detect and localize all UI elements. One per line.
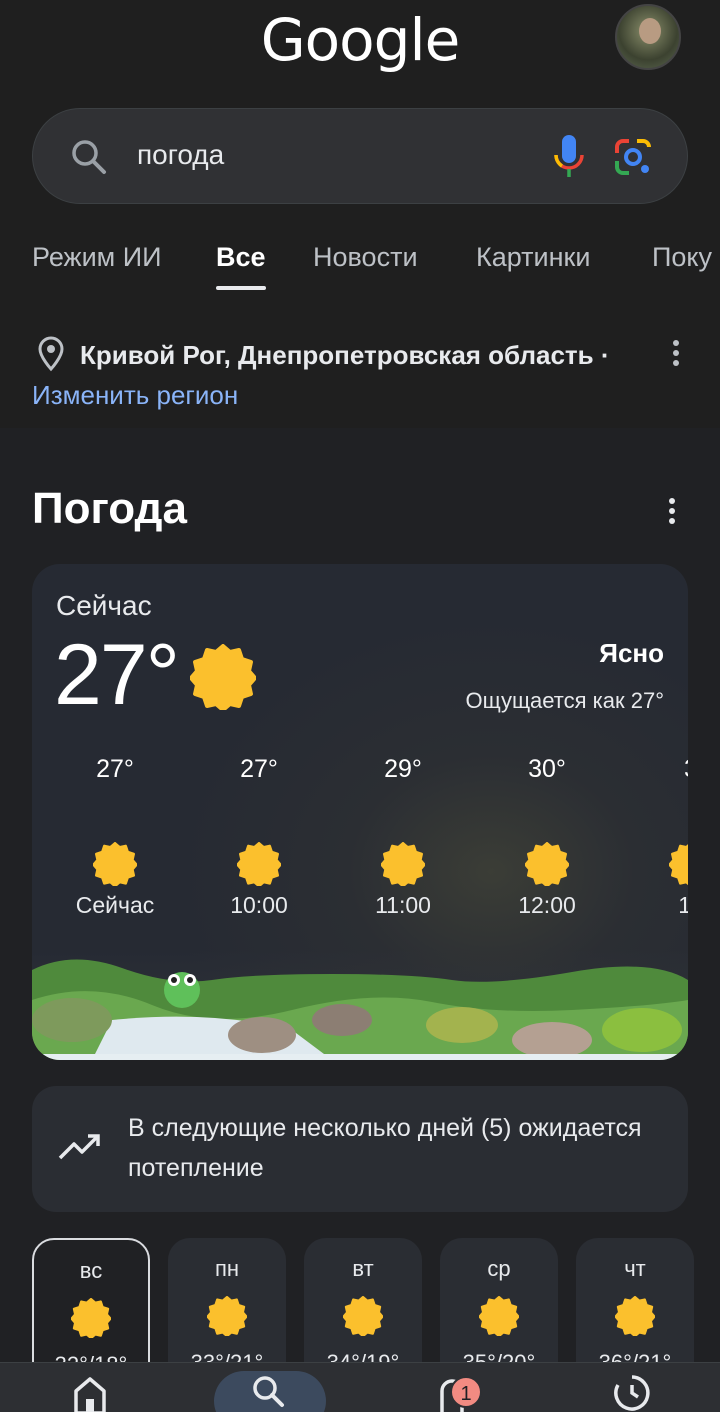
weather-more-icon[interactable] <box>662 496 682 531</box>
sun-icon <box>576 1296 694 1336</box>
hourly-time: 10:00 <box>230 892 288 918</box>
tab-all[interactable]: Все <box>216 242 266 290</box>
feels-like: Ощущается как 27° <box>465 688 664 713</box>
hourly-time: Сейчас <box>75 892 155 918</box>
hourly-temp: 27° <box>96 755 134 783</box>
sun-icon <box>440 1296 558 1336</box>
tab-news[interactable]: Новости <box>313 242 418 273</box>
tab-ai-mode[interactable]: Режим ИИ <box>32 242 162 273</box>
day-name: вс <box>79 1258 103 1283</box>
sun-icon <box>34 1298 148 1338</box>
hourly-item: 29° 11:00 <box>348 754 458 919</box>
sun-icon <box>168 1296 286 1336</box>
location-name: Кривой Рог, Днепропетровская область · <box>80 340 610 370</box>
trend-card[interactable]: В следующие несколько дней (5) ожидается… <box>32 1086 688 1212</box>
microphone-icon[interactable] <box>551 133 587 188</box>
search-tabs: Режим ИИ Все Новости Картинки Поку <box>32 240 720 290</box>
day-name: пн <box>214 1256 240 1281</box>
trend-text: В следующие несколько дней (5) ожидается… <box>128 1114 642 1182</box>
now-label: Сейчас <box>56 590 152 621</box>
hourly-time: 12:00 <box>518 892 576 918</box>
search-icon <box>69 137 109 182</box>
hourly-item: 27° Сейчас <box>60 754 170 919</box>
hourly-time: 13 <box>678 892 688 918</box>
home-icon[interactable] <box>72 1373 108 1412</box>
change-region-link[interactable]: Изменить регион <box>32 380 238 411</box>
notification-badge: 1 <box>450 1376 482 1408</box>
search-bar[interactable]: погода <box>32 108 688 204</box>
more-vert-icon[interactable] <box>666 338 686 373</box>
hourly-temp: 3 <box>636 754 688 794</box>
search-input[interactable]: погода <box>137 139 224 171</box>
daily-forecast: вс 32°/18° пн 33°/21° вт 34°/19° ср 35°/… <box>32 1238 720 1388</box>
google-lens-icon[interactable] <box>611 135 655 184</box>
search-nav-icon[interactable] <box>250 1373 286 1412</box>
tab-images[interactable]: Картинки <box>476 242 590 273</box>
sun-icon <box>304 1296 422 1336</box>
sun-icon <box>189 644 257 715</box>
avatar[interactable] <box>615 4 681 70</box>
history-icon[interactable] <box>612 1373 652 1412</box>
search-header: Google погода Режим ИИ Все Новости Карти… <box>0 0 720 428</box>
hourly-time: 11:00 <box>375 892 431 918</box>
location-pin-icon <box>36 336 66 377</box>
day-name: ср <box>487 1256 511 1281</box>
hourly-forecast[interactable]: 27° Сейчас 27° 10:00 29° 11:00 30° 12:00… <box>32 754 688 944</box>
current-temperature: 27° <box>54 627 180 723</box>
weather-section-title: Погода <box>32 484 187 533</box>
google-logo[interactable]: Google <box>0 6 720 74</box>
day-name: вт <box>352 1256 374 1281</box>
hourly-item: 27° 10:00 <box>204 754 314 919</box>
hourly-temp: 27° <box>240 755 278 783</box>
weather-scene-illustration <box>32 950 688 1060</box>
weather-card[interactable]: Сейчас 27° Ясно Ощущается как 27° 27° Се… <box>32 564 688 1060</box>
tab-shopping[interactable]: Поку <box>652 242 712 273</box>
hourly-temp: 29° <box>384 755 422 783</box>
hourly-temp: 30° <box>528 755 566 783</box>
weather-condition: Ясно <box>599 638 664 668</box>
hourly-item: 30° 12:00 <box>492 754 602 919</box>
trending-up-icon <box>58 1132 102 1167</box>
bottom-navigation <box>0 1362 720 1412</box>
day-name: чт <box>624 1256 646 1281</box>
hourly-item: 3 13 <box>636 754 688 919</box>
